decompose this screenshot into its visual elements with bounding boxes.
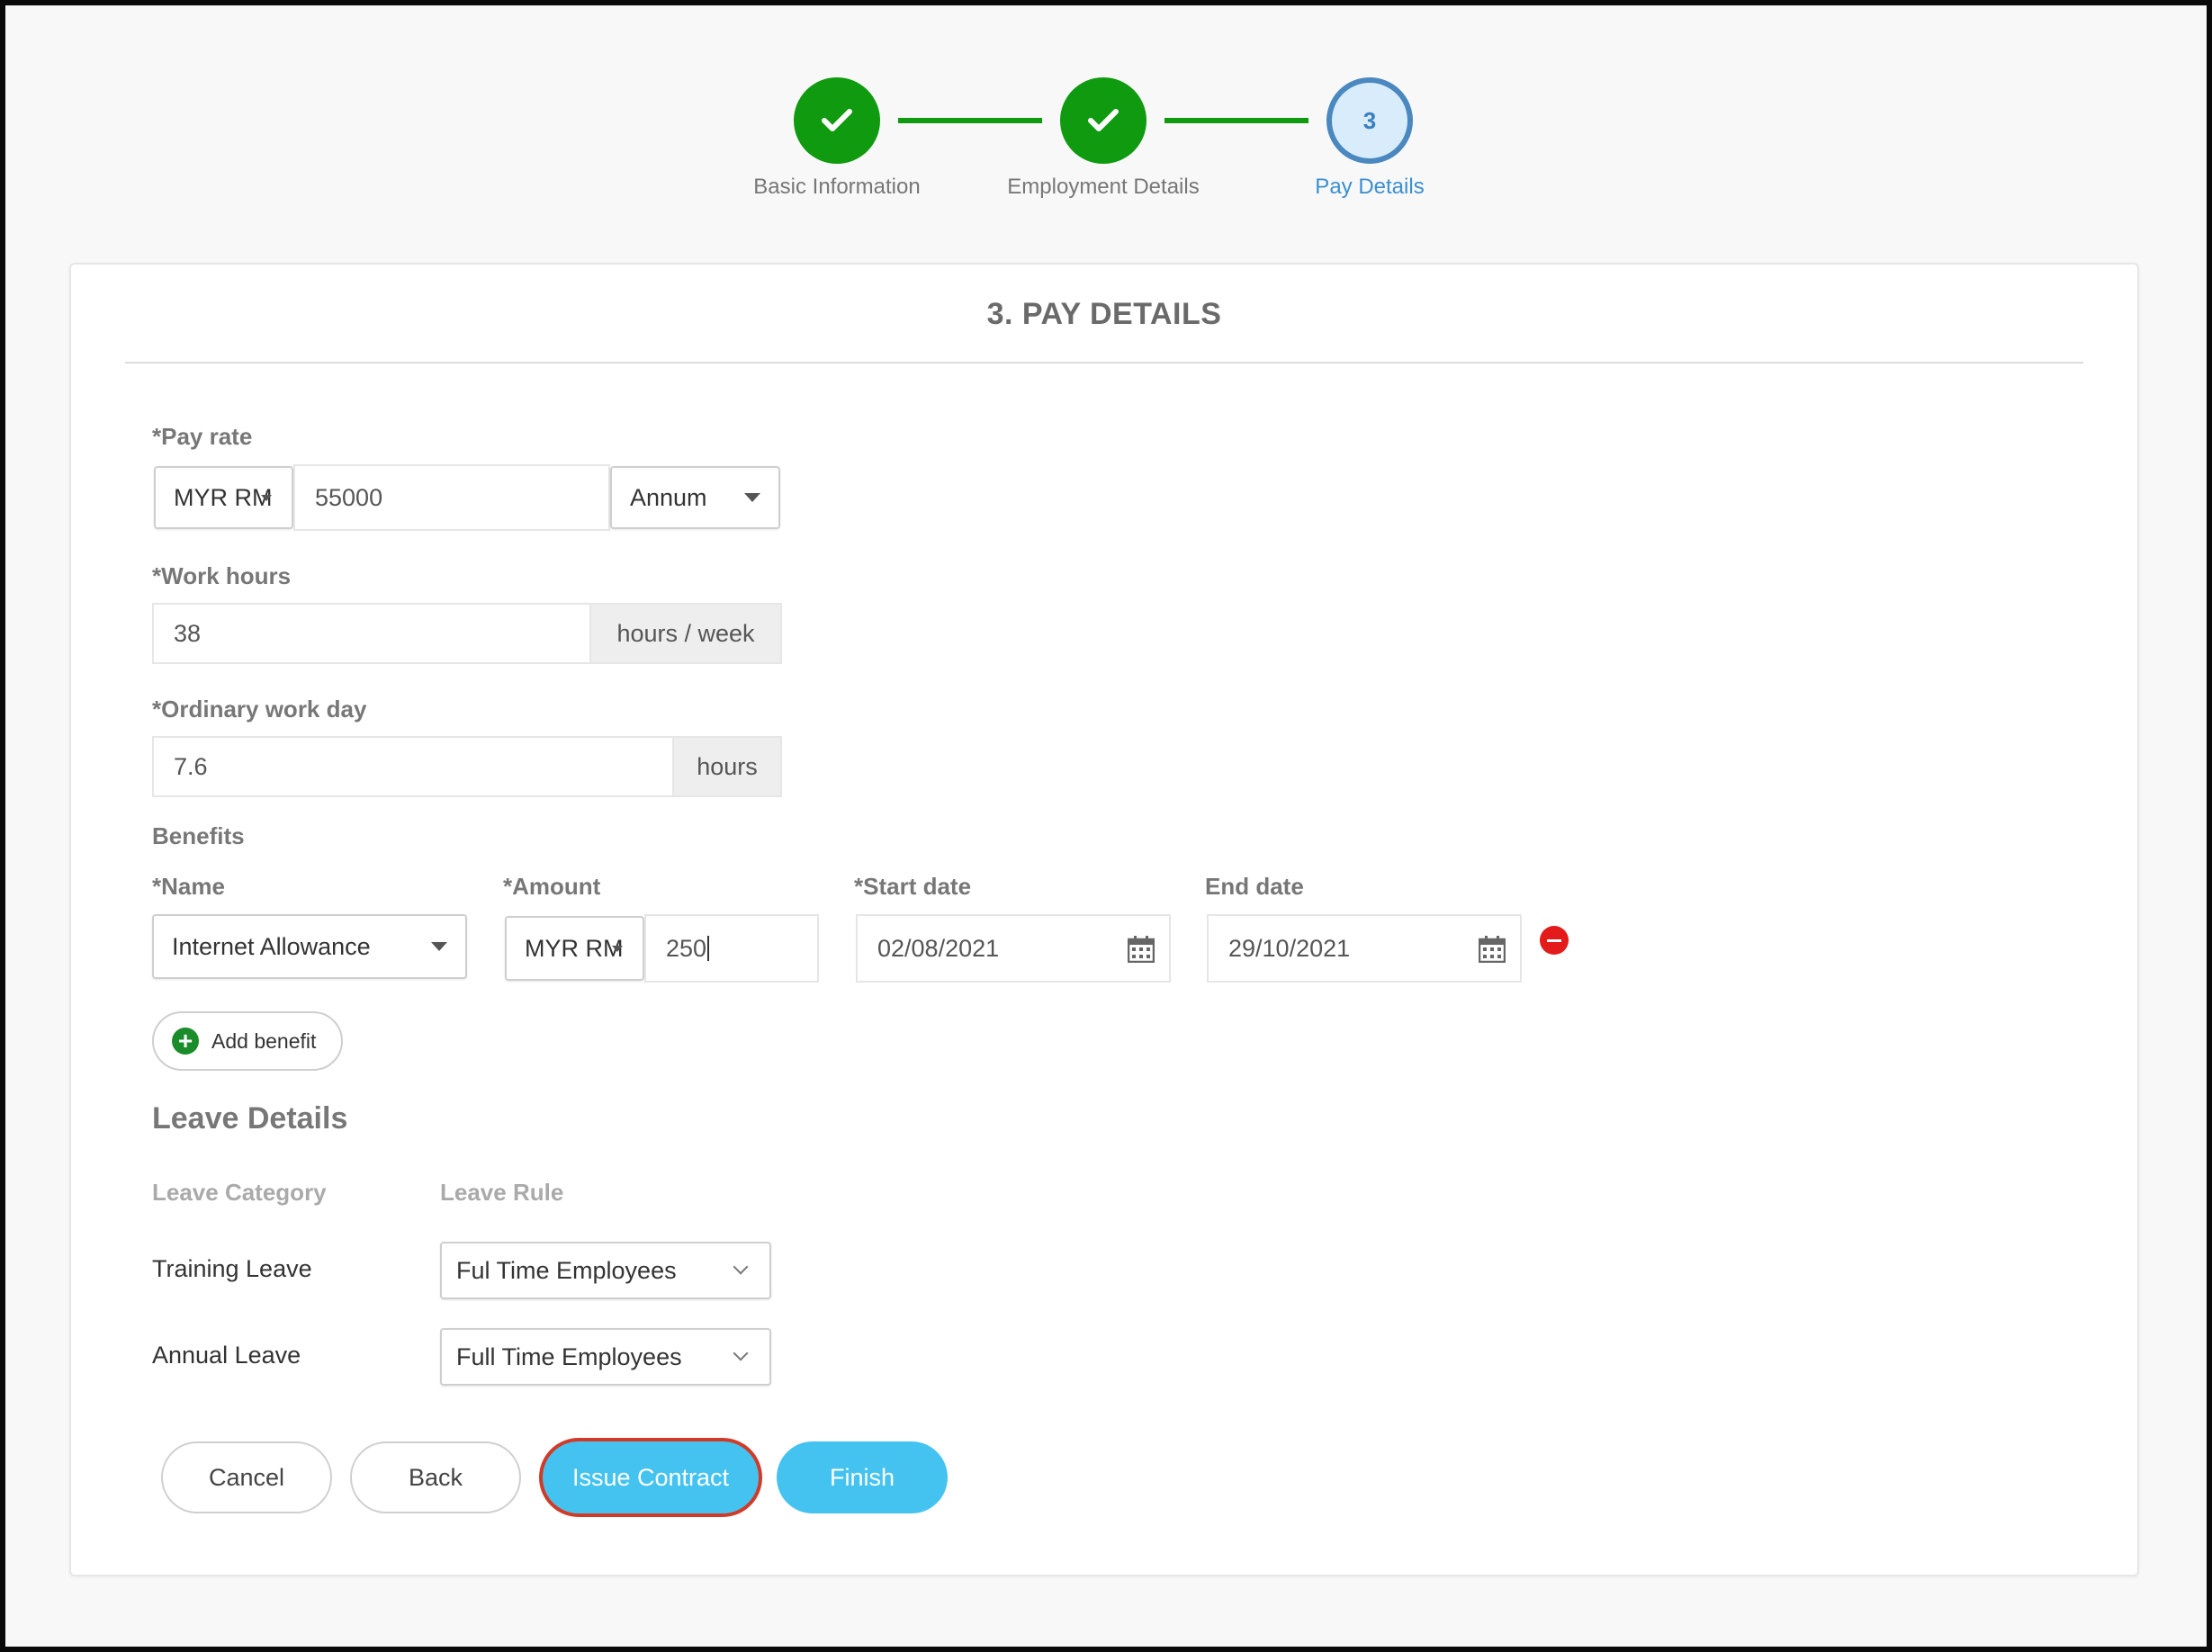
benefit-end-date-input[interactable]: 29/10/2021 [1207, 914, 1522, 983]
leave-details-title: Leave Details [152, 1101, 348, 1136]
benefit-end-date-value: 29/10/2021 [1228, 934, 1351, 962]
pay-rate-currency-value: MYR RM [174, 483, 273, 511]
caret-down-icon [431, 942, 447, 951]
progress-stepper: 3 Basic Information Employment Details P… [0, 77, 2212, 212]
training-leave-rule-value: Ful Time Employees [456, 1256, 677, 1284]
benefit-name-label: *Name [152, 873, 225, 900]
issue-contract-button[interactable]: Issue Contract [543, 1441, 759, 1513]
step-3-label: Pay Details [1315, 175, 1425, 199]
benefit-start-date-value: 02/08/2021 [877, 934, 1000, 962]
chevron-down-icon [733, 1345, 749, 1361]
pay-rate-label: *Pay rate [152, 423, 253, 450]
benefit-amount-input[interactable]: 250 [644, 914, 819, 983]
benefit-currency-select[interactable]: MYR RM [505, 916, 644, 981]
step-1-label: Basic Information [753, 175, 921, 199]
leave-rule-header: Leave Rule [440, 1179, 564, 1206]
plus-icon: + [172, 1028, 199, 1055]
work-hours-unit: hours / week [589, 603, 782, 664]
benefit-name-select[interactable]: Internet Allowance [152, 914, 467, 979]
chevron-down-icon [733, 1259, 749, 1275]
ordinary-work-day-unit: hours [672, 736, 782, 797]
ordinary-work-day-label: *Ordinary work day [152, 696, 367, 723]
work-hours-input[interactable]: 38 [152, 603, 591, 664]
caret-down-icon [261, 495, 272, 501]
leave-category-header: Leave Category [152, 1179, 327, 1206]
finish-button[interactable]: Finish [777, 1441, 948, 1513]
remove-benefit-icon[interactable] [1540, 926, 1569, 955]
cancel-button[interactable]: Cancel [161, 1441, 332, 1513]
leave-category-training: Training Leave [152, 1255, 312, 1282]
text-cursor [707, 936, 710, 961]
benefit-amount-value: 250 [666, 934, 707, 962]
add-benefit-button[interactable]: + Add benefit [152, 1011, 343, 1071]
work-hours-label: *Work hours [152, 562, 292, 589]
page-title: 3. PAY DETAILS [986, 297, 1222, 331]
caret-down-icon [612, 946, 623, 952]
step-connector [1164, 118, 1308, 123]
pay-rate-input[interactable]: 55000 [293, 464, 610, 531]
benefit-currency-value: MYR RM [525, 934, 624, 962]
step-connector [898, 118, 1042, 123]
step-3-number: 3 [1362, 106, 1377, 134]
back-button[interactable]: Back [350, 1441, 521, 1513]
pay-details-card: 3. PAY DETAILS *Pay rate MYR RM 55000 An… [69, 263, 2139, 1576]
caret-down-icon [744, 493, 760, 502]
pay-rate-value: 55000 [315, 483, 383, 511]
add-benefit-label: Add benefit [211, 1028, 317, 1053]
benefit-name-value: Internet Allowance [172, 932, 371, 960]
annual-leave-rule-select[interactable]: Full Time Employees [440, 1328, 771, 1386]
step-2-complete-icon [1060, 77, 1146, 164]
title-divider [125, 362, 2083, 364]
work-hours-value: 38 [174, 619, 202, 647]
ordinary-work-day-input[interactable]: 7.6 [152, 736, 674, 797]
step-2-label: Employment Details [1007, 175, 1200, 199]
ordinary-work-day-value: 7.6 [174, 752, 208, 780]
benefits-label: Benefits [152, 822, 245, 849]
pay-period-value: Annum [630, 483, 707, 511]
benefit-amount-label: *Amount [503, 873, 601, 900]
pay-rate-currency-select[interactable]: MYR RM [154, 466, 293, 529]
step-3-current: 3 [1326, 77, 1413, 164]
benefit-start-date-input[interactable]: 02/08/2021 [856, 914, 1171, 983]
calendar-icon[interactable] [1128, 936, 1155, 963]
leave-category-annual: Annual Leave [152, 1342, 301, 1369]
benefit-end-date-label: End date [1205, 873, 1304, 900]
pay-period-select[interactable]: Annum [610, 466, 780, 529]
training-leave-rule-select[interactable]: Ful Time Employees [440, 1242, 771, 1299]
calendar-icon[interactable] [1479, 936, 1506, 963]
step-1-complete-icon [794, 77, 880, 164]
benefit-start-date-label: *Start date [854, 873, 972, 900]
annual-leave-rule-value: Full Time Employees [456, 1342, 682, 1370]
